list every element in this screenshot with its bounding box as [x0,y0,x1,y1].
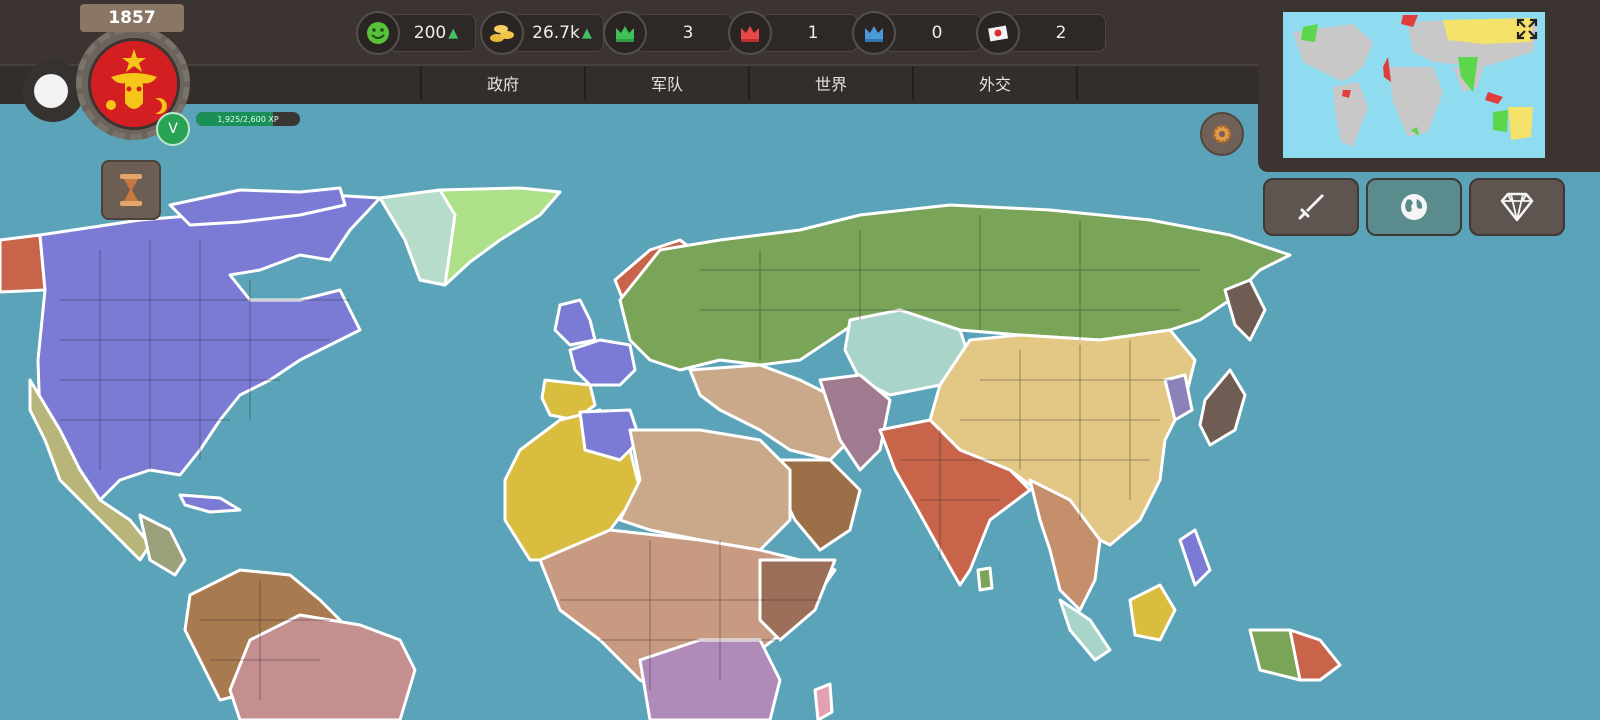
diamond-icon [1500,192,1534,222]
stability-value: 200 ▲ [388,14,476,52]
tab-military[interactable]: 军队 [586,66,750,100]
resource-blue-crown[interactable]: 0 [852,11,982,55]
war-button[interactable] [1263,178,1359,236]
sword-icon [1298,194,1324,220]
money-value: 26.7k ▲ [512,14,604,52]
globe-icon [1401,194,1427,220]
region-madagascar[interactable] [813,682,834,720]
toggle-knob [34,74,68,108]
red-crown-value: 1 [760,14,858,52]
premium-button[interactable] [1469,178,1565,236]
region-south-africa[interactable] [638,638,782,720]
tab-government[interactable]: 政府 [420,66,586,100]
resource-stability[interactable]: 200 ▲ [356,11,476,55]
blue-crown-value: 0 [884,14,982,52]
gold-coins-icon [480,11,524,55]
resource-green-crown[interactable]: 3 [603,11,733,55]
resource-treaty[interactable]: 2 [976,11,1106,55]
year-banner: 1857 [80,4,184,32]
settings-button[interactable] [1200,112,1244,156]
blue-crown-icon [852,11,896,55]
green-crown-icon [603,11,647,55]
smiley-face-icon [356,11,400,55]
green-crown-value: 3 [635,14,733,52]
resource-money[interactable]: 26.7k ▲ [480,11,604,55]
treaty-flag-icon [976,11,1020,55]
world-button[interactable] [1366,178,1462,236]
region-alaska[interactable] [0,233,47,294]
minimap[interactable] [1283,12,1545,158]
level-badge: V [156,112,190,146]
xp-text: 1,925/2,600 XP [217,114,279,124]
gear-icon [1212,124,1232,144]
region-ceylon[interactable] [976,566,994,592]
tab-diplomacy[interactable]: 外交 [914,66,1078,100]
red-crown-icon [728,11,772,55]
main-tabs: 政府 军队 世界 外交 [420,66,1078,100]
expand-icon[interactable] [1516,18,1538,40]
treaty-value: 2 [1008,14,1106,52]
hourglass-icon [120,174,142,206]
trend-up-icon: ▲ [448,25,459,41]
trend-up-icon: ▲ [581,25,592,41]
tab-world[interactable]: 世界 [750,66,914,100]
map-mode-toggle[interactable] [22,60,84,122]
xp-bar: 1,925/2,600 XP [196,112,300,126]
hourglass-button[interactable] [101,160,161,220]
resource-red-crown[interactable]: 1 [728,11,858,55]
